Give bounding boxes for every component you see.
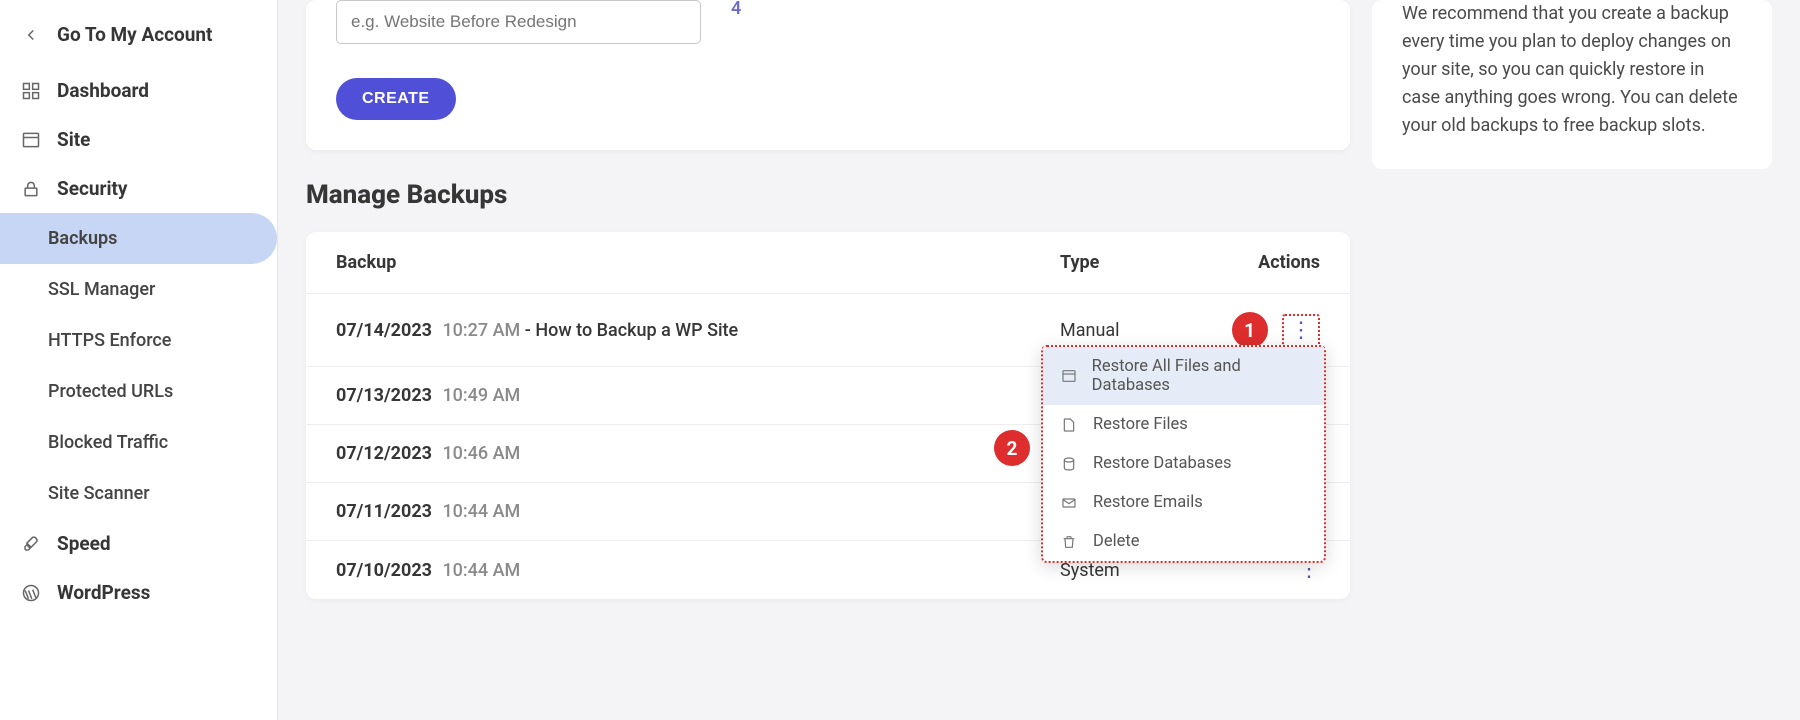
col-header-backup: Backup <box>336 252 1060 273</box>
backup-name-input[interactable] <box>336 0 701 44</box>
sidebar-item-label: WordPress <box>57 581 150 604</box>
backup-date: 07/12/2023 <box>336 443 432 464</box>
sidebar-sub-backups[interactable]: Backups <box>0 213 277 264</box>
dashboard-icon <box>20 80 42 102</box>
table-header: Backup Type Actions <box>306 232 1350 294</box>
col-header-type: Type <box>1060 252 1220 273</box>
sidebar-item-label: Speed <box>57 532 111 555</box>
backup-date: 07/13/2023 <box>336 385 432 406</box>
sidebar-item-label: Site <box>57 128 90 151</box>
sidebar-sub-protected-urls[interactable]: Protected URLs <box>0 366 277 417</box>
menu-delete[interactable]: Delete <box>1043 522 1324 561</box>
sidebar-item-dashboard[interactable]: Dashboard <box>0 66 277 115</box>
sidebar-sub-label: HTTPS Enforce <box>48 330 171 351</box>
backup-time: 10:49 AM <box>442 385 520 406</box>
sidebar-sub-label: Backups <box>48 228 117 249</box>
sidebar-item-speed[interactable]: Speed <box>0 519 277 568</box>
main-content: 4 CREATE Manage Backups Backup Type Acti… <box>278 0 1800 720</box>
create-button[interactable]: CREATE <box>336 78 456 120</box>
create-backup-card: 4 CREATE <box>306 0 1350 150</box>
sidebar-item-label: Security <box>57 177 127 200</box>
menu-label: Delete <box>1093 532 1140 551</box>
backups-table: Backup Type Actions 07/14/2023 10:27 AM … <box>306 232 1350 599</box>
go-to-my-account-link[interactable]: Go To My Account <box>0 10 277 66</box>
menu-label: Restore Databases <box>1093 454 1232 473</box>
backup-sep: - <box>525 320 536 341</box>
backup-time: 10:46 AM <box>442 443 520 464</box>
sidebar-item-site[interactable]: Site <box>0 115 277 164</box>
site-icon <box>20 129 42 151</box>
database-icon <box>1061 456 1079 472</box>
backup-date: 07/10/2023 <box>336 560 432 581</box>
sidebar-sub-ssl-manager[interactable]: SSL Manager <box>0 264 277 315</box>
col-header-actions: Actions <box>1220 252 1320 273</box>
annotation-badge-2: 2 <box>994 430 1030 466</box>
menu-restore-emails[interactable]: Restore Emails <box>1043 483 1324 522</box>
backup-date: 07/14/2023 <box>336 320 432 341</box>
backup-time: 10:44 AM <box>442 501 520 522</box>
sidebar-sub-label: Protected URLs <box>48 381 173 402</box>
lock-icon <box>20 178 42 200</box>
sidebar-item-security[interactable]: Security <box>0 164 277 213</box>
row-actions-kebab[interactable]: ⋮ <box>1282 314 1320 347</box>
sidebar-sub-site-scanner[interactable]: Site Scanner <box>0 468 277 519</box>
info-text: We recommend that you create a backup ev… <box>1402 0 1742 139</box>
menu-restore-databases[interactable]: Restore Databases <box>1043 444 1324 483</box>
sidebar-sub-label: Blocked Traffic <box>48 432 168 453</box>
annotation-badge-1: 1 <box>1232 312 1268 348</box>
menu-restore-files[interactable]: Restore Files <box>1043 405 1324 444</box>
rocket-icon <box>20 533 42 555</box>
sidebar-item-wordpress[interactable]: WordPress <box>0 568 277 617</box>
sidebar-sub-label: SSL Manager <box>48 279 155 300</box>
manage-backups-title: Manage Backups <box>306 180 1350 210</box>
backup-time: 10:27 AM <box>442 320 520 341</box>
backup-time: 10:44 AM <box>442 560 520 581</box>
info-card: We recommend that you create a backup ev… <box>1372 0 1772 169</box>
backup-type: Manual <box>1060 320 1220 341</box>
file-icon <box>1061 417 1079 433</box>
row-actions-menu: Restore All Files and Databases Restore … <box>1041 345 1326 563</box>
menu-label: Restore Emails <box>1093 493 1203 512</box>
trash-icon <box>1061 534 1079 550</box>
go-to-my-account-label: Go To My Account <box>57 23 212 46</box>
menu-label: Restore Files <box>1093 415 1188 434</box>
sidebar-sub-https-enforce[interactable]: HTTPS Enforce <box>0 315 277 366</box>
menu-restore-all[interactable]: Restore All Files and Databases <box>1043 347 1324 405</box>
backup-desc: How to Backup a WP Site <box>535 320 738 341</box>
email-icon <box>1061 495 1079 511</box>
backup-date: 07/11/2023 <box>336 501 432 522</box>
restore-all-icon <box>1061 368 1078 384</box>
menu-label: Restore All Files and Databases <box>1092 357 1306 395</box>
sidebar-sub-blocked-traffic[interactable]: Blocked Traffic <box>0 417 277 468</box>
wordpress-icon <box>20 582 42 604</box>
sidebar-item-label: Dashboard <box>57 79 149 102</box>
backup-count: 4 <box>731 0 741 19</box>
arrow-left-icon <box>20 24 42 46</box>
sidebar: Go To My Account Dashboard Site Security… <box>0 0 278 720</box>
sidebar-sub-label: Site Scanner <box>48 483 150 504</box>
